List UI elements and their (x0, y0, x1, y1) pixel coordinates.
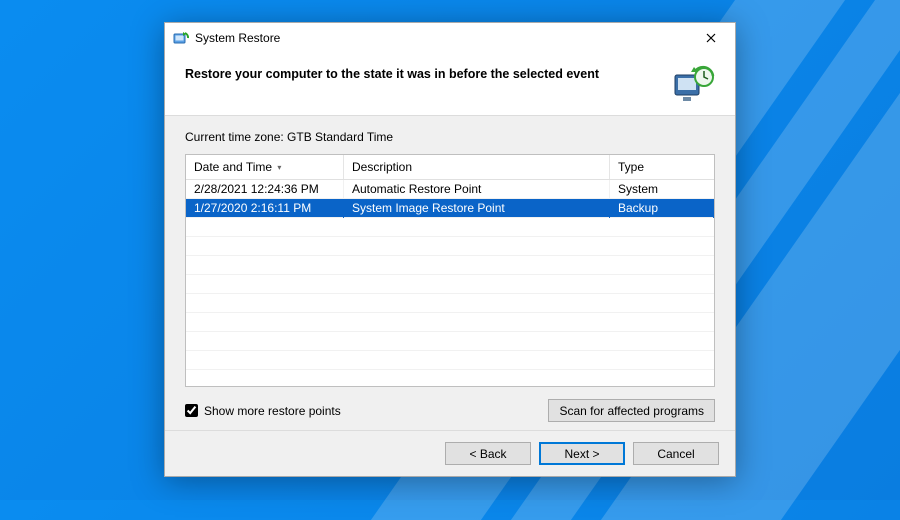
empty-row (186, 351, 714, 370)
restore-points-table: Date and Time ▾ Description Type 2/28/20… (185, 154, 715, 387)
cell-type: System (610, 180, 714, 199)
window-title: System Restore (195, 31, 280, 45)
wizard-footer: < Back Next > Cancel (165, 430, 735, 476)
instruction-text: Restore your computer to the state it wa… (185, 65, 659, 81)
restore-art-icon (671, 65, 715, 105)
column-header-type[interactable]: Type (610, 155, 714, 179)
show-more-checkbox[interactable]: Show more restore points (185, 404, 341, 418)
empty-row (186, 218, 714, 237)
sort-desc-icon: ▾ (277, 163, 281, 172)
empty-row (186, 275, 714, 294)
close-button[interactable] (693, 25, 729, 51)
close-icon (706, 33, 716, 43)
next-button[interactable]: Next > (539, 442, 625, 465)
cell-desc: Automatic Restore Point (344, 180, 610, 199)
body-pane: Current time zone: GTB Standard Time Dat… (165, 116, 735, 430)
empty-row (186, 256, 714, 275)
table-body[interactable]: 2/28/2021 12:24:36 PMAutomatic Restore P… (186, 180, 714, 386)
cell-date: 2/28/2021 12:24:36 PM (186, 180, 344, 199)
cancel-button[interactable]: Cancel (633, 442, 719, 465)
table-header: Date and Time ▾ Description Type (186, 155, 714, 180)
cell-desc: System Image Restore Point (344, 199, 610, 218)
show-more-checkbox-label: Show more restore points (204, 404, 341, 418)
system-restore-window: System Restore Restore your computer to … (164, 22, 736, 477)
column-header-description[interactable]: Description (344, 155, 610, 179)
titlebar[interactable]: System Restore (165, 23, 735, 53)
column-header-date-label: Date and Time (194, 160, 272, 174)
wizard-header: Restore your computer to the state it wa… (165, 53, 735, 115)
back-button[interactable]: < Back (445, 442, 531, 465)
table-row[interactable]: 2/28/2021 12:24:36 PMAutomatic Restore P… (186, 180, 714, 199)
show-more-checkbox-input[interactable] (185, 404, 198, 417)
scan-affected-programs-button[interactable]: Scan for affected programs (548, 399, 715, 422)
table-row[interactable]: 1/27/2020 2:16:11 PMSystem Image Restore… (186, 199, 714, 218)
empty-row (186, 237, 714, 256)
system-restore-icon (173, 30, 189, 46)
cell-date: 1/27/2020 2:16:11 PM (186, 199, 344, 218)
empty-row (186, 332, 714, 351)
column-header-date[interactable]: Date and Time ▾ (186, 155, 344, 179)
empty-row (186, 313, 714, 332)
timezone-label: Current time zone: GTB Standard Time (185, 130, 715, 144)
cell-type: Backup (610, 199, 714, 218)
empty-row (186, 294, 714, 313)
